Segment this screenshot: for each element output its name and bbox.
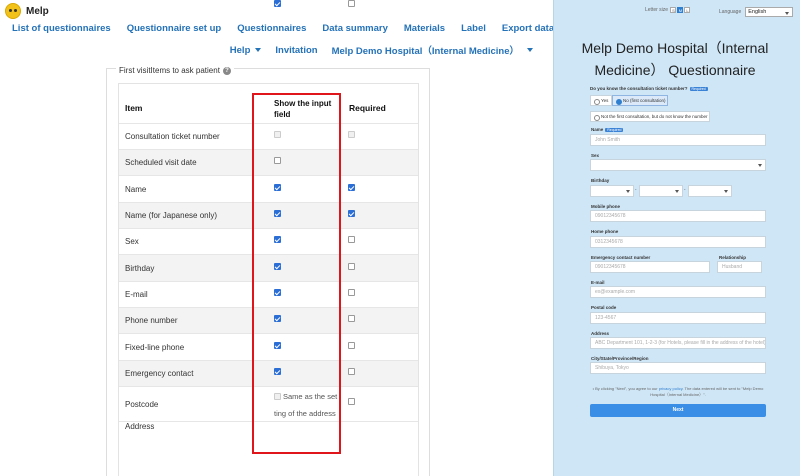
required-badge: Required [605,128,624,132]
ticket-option-unknown[interactable]: Not the first consultation, but do not k… [590,111,710,122]
letter-size-s[interactable]: S [670,7,677,13]
column-item: Item [125,103,143,113]
letter-size-control: Letter size S M L [645,7,691,13]
nav-export-data[interactable]: Export data [502,23,554,34]
postal-label: Postal code [591,305,617,310]
city-input[interactable]: Shibuya, Tokyo [590,362,766,374]
email-label: E-mail [591,280,605,285]
row-label: Name [125,185,147,194]
chevron-down-icon [255,48,262,52]
name-label-text: Name [591,127,604,132]
required-checkbox[interactable] [348,315,355,322]
row-label: Sex [125,237,139,246]
mobile-label: Mobile phone [591,204,620,209]
row-label: Birthday [125,264,155,273]
emergency-label: Emergency contact number [591,255,651,260]
relationship-input[interactable]: Husband [717,261,762,273]
required-checkbox[interactable] [348,210,355,217]
question-circle-icon[interactable]: ? [222,66,231,75]
sex-select[interactable] [590,159,766,171]
row-label: Name (for Japanese only) [125,211,218,220]
required-checkbox [348,131,355,138]
help-label: Help [229,44,251,56]
privacy-policy-link[interactable]: privacy policy [659,386,683,391]
letter-size-l[interactable]: L [684,7,691,13]
birthday-label: Birthday [591,178,610,183]
emergency-input[interactable]: 09012345678 [590,261,710,273]
card-legend: First visitItems to ask patient ? [116,66,234,75]
name-input[interactable]: John Smith [590,134,766,146]
ticket-question-text: Do you know the consultation ticket numb… [590,86,688,91]
row-label: Phone number [125,316,178,325]
date-separator: - [684,187,686,192]
column-required: Required [349,103,386,113]
mobile-input[interactable]: 09012345678 [590,210,766,222]
row-label: E-mail [125,290,148,299]
app-logo[interactable]: Melp [5,3,49,19]
required-checkbox[interactable] [348,398,355,405]
birthday-day-select[interactable] [688,185,732,197]
secondary-nav: Help Invitation Melp Demo Hospital（Inter… [216,43,533,57]
card-legend-text: First visitItems to ask patient [119,66,220,75]
nav-questionnaires[interactable]: Questionnaires [237,23,306,34]
language-label: Language [719,9,742,15]
language-select[interactable]: English [745,7,794,17]
date-separator: - [635,187,637,192]
email-input[interactable]: ex@example.com [590,286,766,298]
required-checkbox[interactable] [348,342,355,349]
required-checkbox[interactable] [348,184,355,191]
help-menu[interactable]: Help [230,45,262,56]
next-button[interactable]: Next [590,404,766,417]
nav-label[interactable]: Label [461,23,486,34]
ticket-question: Do you know the consultation ticket numb… [590,86,708,91]
required-checkbox[interactable] [348,368,355,375]
required-checkbox[interactable] [348,0,355,7]
required-checkbox[interactable] [348,289,355,296]
hospital-menu[interactable]: Melp Demo Hospital（Internal Medicine） [332,43,533,57]
row-label: Address [125,422,155,431]
postal-input[interactable]: 123-4567 [590,312,766,324]
show-field-checkbox[interactable] [274,0,281,7]
birthday-year-select[interactable] [590,185,634,197]
required-checkbox[interactable] [348,236,355,243]
required-checkbox[interactable] [348,263,355,270]
relationship-label: Relationship [719,255,747,260]
home-phone-label: Home phone [591,229,619,234]
sex-label: Sex [591,153,600,158]
letter-size-label: Letter size [645,7,669,13]
hospital-label: Melp Demo Hospital（Internal Medicine） [331,46,519,57]
row-label: Emergency contact [125,369,194,378]
nav-materials[interactable]: Materials [404,23,445,34]
required-badge: Required [689,87,708,91]
privacy-notice: • By clicking "Next", you agree to our p… [592,386,764,398]
nav-list-of-questionnaires[interactable]: List of questionnaires [12,23,111,34]
melp-logo-icon [5,3,21,19]
highlight-box [252,93,341,454]
app-name: Melp [26,5,49,17]
birthday-month-select[interactable] [639,185,683,197]
address-label: Address [591,331,610,336]
name-label: Name Required [591,127,624,132]
admin-panel: Melp List of questionnaires Questionnair… [0,0,554,476]
privacy-notice-before: • By clicking "Next", you agree to our [592,386,658,391]
nav-questionnaire-set-up[interactable]: Questionnaire set up [127,23,222,34]
row-label: Consultation ticket number [125,132,220,141]
address-input[interactable]: ABC Department 101, 1-2-3 (for Hotels, p… [590,337,766,349]
row-label: Fixed-line phone [125,343,185,352]
language-control: Language English [719,7,794,17]
nav-data-summary[interactable]: Data summary [322,23,387,34]
ticket-option-no[interactable]: No (first consultation) [612,95,668,106]
chevron-down-icon [527,48,533,52]
row-label: Scheduled visit date [125,158,197,167]
primary-nav: List of questionnaires Questionnaire set… [12,23,570,34]
invitation-link[interactable]: Invitation [275,45,317,56]
letter-size-m[interactable]: M [677,7,684,13]
ticket-option-yes[interactable]: Yes [590,95,612,106]
row-label: Postcode [125,400,159,409]
city-label: City/State/Province/Region [591,356,649,361]
home-phone-input[interactable]: 0312345678 [590,236,766,248]
preview-title: Melp Demo Hospital（Internal Medicine） Qu… [581,40,769,78]
